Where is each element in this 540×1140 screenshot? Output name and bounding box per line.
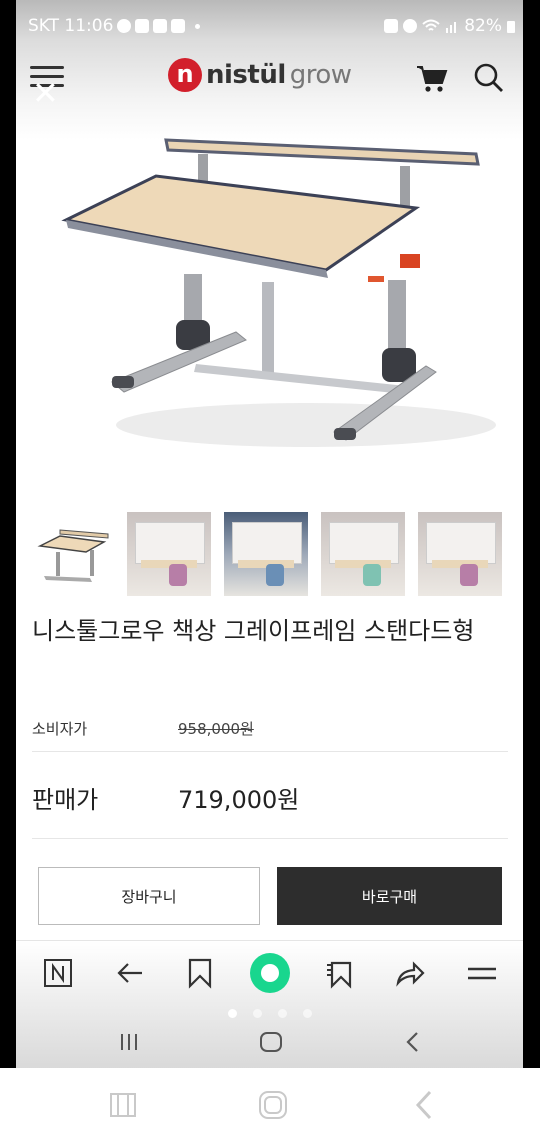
system-back-icon[interactable] [398, 1027, 428, 1057]
thumbnail-room-2[interactable] [224, 512, 308, 596]
page-dot [228, 1009, 237, 1018]
phone-screen: SKT 11:06 82% ✕ n nistül grow 니스툴그로우 책상 … [16, 0, 523, 1068]
sale-price: 719,000원 [178, 786, 300, 814]
thumbnail-room-1[interactable] [127, 512, 211, 596]
device-frame-right [523, 0, 540, 1068]
page-dot [303, 1009, 312, 1018]
notification-dot-icon [195, 23, 201, 29]
add-to-cart-button[interactable]: 장바구니 [38, 867, 260, 925]
logo-text-light: grow [289, 60, 352, 90]
page-dot [253, 1009, 262, 1018]
thumbnail-strip [30, 512, 502, 596]
share-icon[interactable] [394, 957, 426, 989]
thumbnail-room-3[interactable] [321, 512, 405, 596]
consumer-price-label: 소비자가 [32, 720, 88, 738]
clock: SKT 11:06 [28, 16, 114, 36]
consumer-price: 958,000원 [178, 720, 254, 738]
sale-price-label: 판매가 [32, 786, 99, 814]
battery-saver-icon [384, 19, 399, 33]
page-indicator [228, 1009, 312, 1018]
grid-icon [153, 19, 168, 33]
signal-icon [446, 22, 457, 33]
menu-icon[interactable] [466, 957, 498, 989]
bookmark-icon[interactable] [184, 957, 216, 989]
back-arrow-icon[interactable] [114, 957, 146, 989]
lock-icon [171, 19, 186, 33]
outer-back-icon[interactable] [406, 1090, 440, 1120]
alarm-icon [403, 19, 418, 33]
device-frame-left [0, 0, 16, 1068]
top-navigation: ✕ n nistül grow [16, 52, 523, 109]
divider [32, 838, 508, 839]
logo-mark: n [168, 58, 202, 92]
battery-icon [507, 21, 515, 33]
close-icon[interactable]: ✕ [32, 77, 62, 109]
outer-navigation-bar [0, 1068, 540, 1140]
naver-home-icon[interactable] [42, 957, 74, 989]
status-bar: SKT 11:06 82% [16, 10, 523, 42]
outer-recent-apps-icon[interactable] [106, 1090, 140, 1120]
search-icon[interactable] [473, 62, 505, 94]
green-circle-icon[interactable] [248, 951, 292, 995]
thumbnail-desk[interactable] [30, 512, 114, 596]
thumbnail-room-4[interactable] [418, 512, 502, 596]
cloud-icon [135, 19, 150, 33]
browser-bottom-bar [16, 940, 523, 1068]
recent-apps-icon[interactable] [114, 1027, 144, 1057]
wifi-icon [422, 19, 440, 31]
product-title: 니스툴그로우 책상 그레이프레임 스탠다드형 [32, 617, 475, 645]
brand-logo[interactable]: n nistül grow [168, 58, 352, 92]
bookmark-add-icon[interactable] [324, 957, 356, 989]
home-icon[interactable] [256, 1027, 286, 1057]
battery-level: 82% [464, 16, 502, 36]
logo-text-bold: nistül [206, 60, 286, 90]
cart-icon[interactable] [415, 64, 449, 94]
talk-icon [117, 19, 132, 33]
product-main-image[interactable] [16, 120, 523, 500]
divider [32, 751, 508, 752]
buy-now-button[interactable]: 바로구매 [277, 867, 502, 925]
outer-home-icon[interactable] [256, 1090, 290, 1120]
page-dot [278, 1009, 287, 1018]
